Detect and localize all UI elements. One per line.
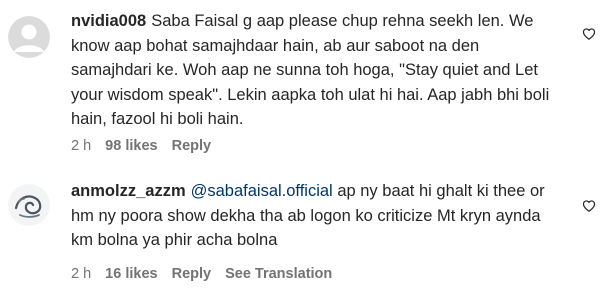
default-avatar-icon[interactable]	[8, 16, 50, 58]
reply-button[interactable]: Reply	[172, 266, 212, 282]
comment-likes[interactable]: 16 likes	[105, 266, 157, 282]
mention-link[interactable]: @sabafaisal.official	[191, 182, 333, 200]
comment-item: anmolzz_azzm @sabafaisal.official ap ny b…	[0, 172, 609, 292]
reply-button[interactable]: Reply	[172, 138, 212, 154]
comment-body: nvidia008 Saba Faisal g aap please chup r…	[71, 9, 551, 132]
comment-meta: 2 h 16 likes Reply See Translation	[71, 266, 332, 282]
sketch-avatar-icon[interactable]	[8, 184, 50, 226]
heart-icon[interactable]	[582, 27, 596, 41]
see-translation-button[interactable]: See Translation	[225, 266, 332, 282]
comment-meta: 2 h 98 likes Reply	[71, 138, 211, 154]
comment-time: 2 h	[71, 138, 92, 154]
comment-username[interactable]: anmolzz_azzm	[71, 182, 186, 200]
comment-likes[interactable]: 98 likes	[105, 138, 157, 154]
comment-time: 2 h	[71, 266, 92, 282]
comment-username[interactable]: nvidia008	[71, 12, 146, 30]
comment-item: nvidia008 Saba Faisal g aap please chup r…	[0, 0, 609, 165]
heart-icon[interactable]	[582, 199, 596, 213]
comment-body: anmolzz_azzm @sabafaisal.official ap ny b…	[71, 179, 551, 253]
